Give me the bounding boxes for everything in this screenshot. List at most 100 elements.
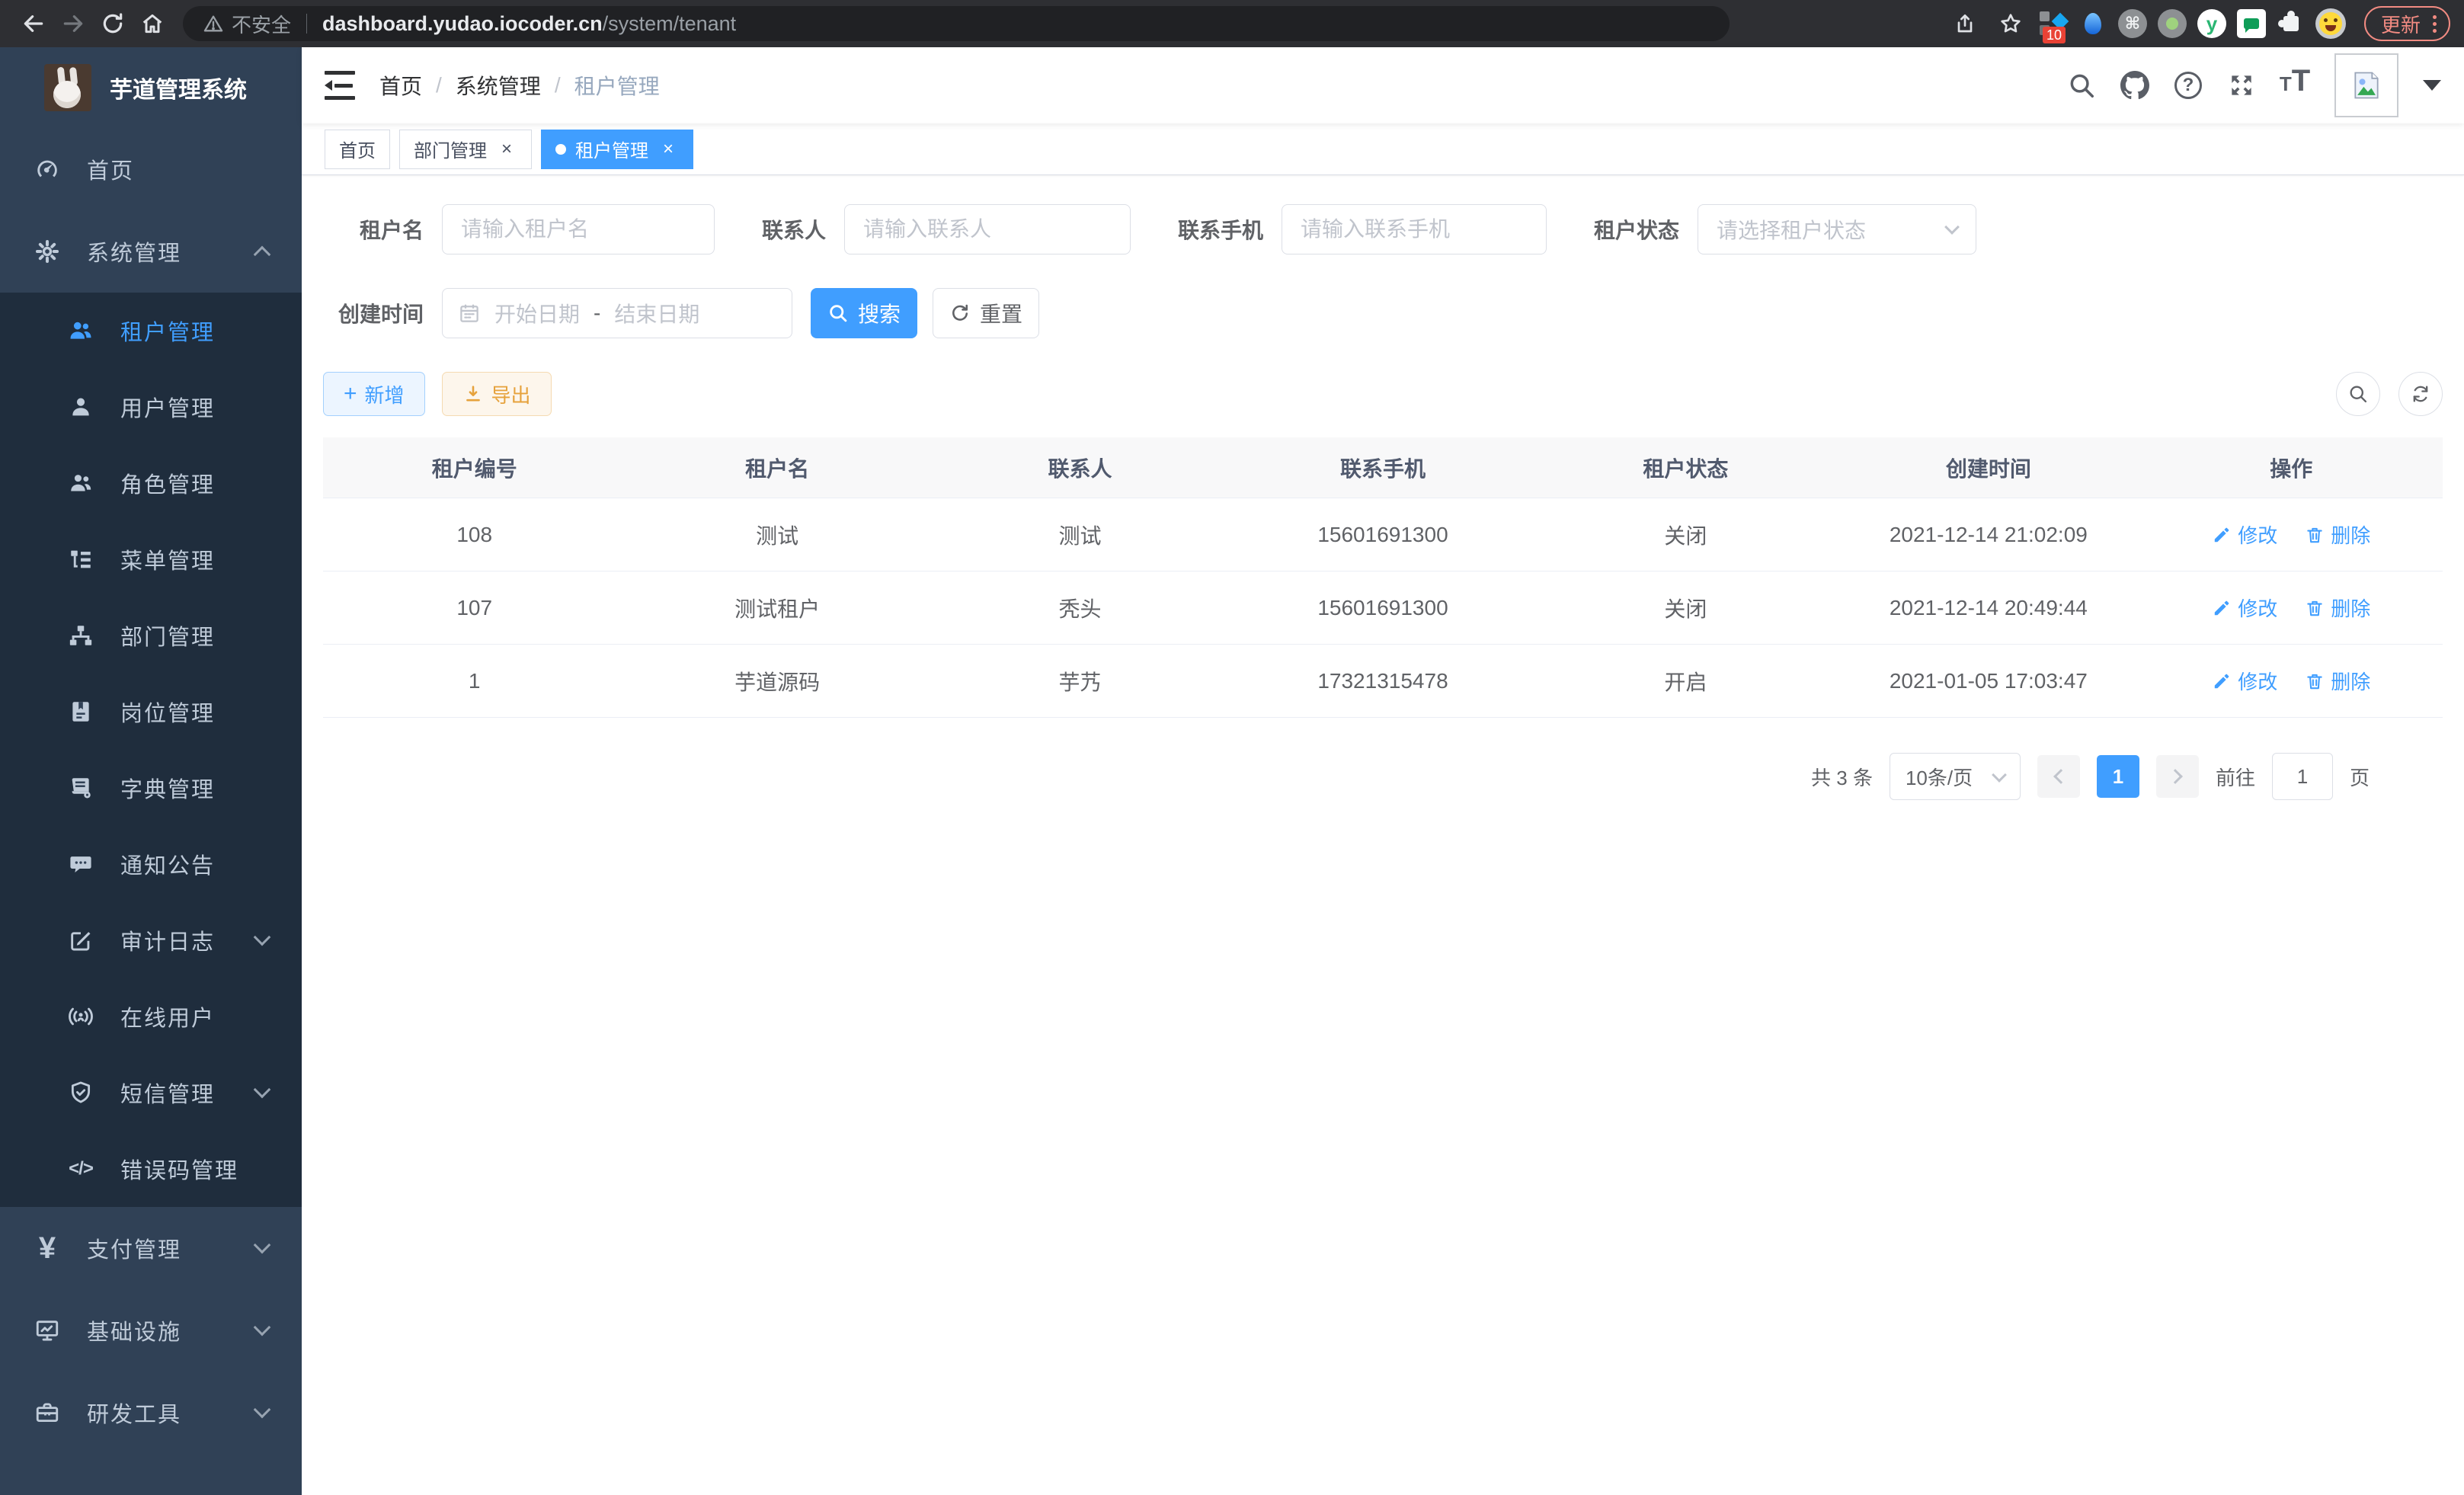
sidebar-item-home[interactable]: 首页: [0, 128, 302, 210]
reload-icon[interactable]: [93, 6, 133, 41]
forward-icon[interactable]: [53, 6, 93, 41]
github-icon[interactable]: [2114, 64, 2156, 107]
code-icon: [67, 1155, 94, 1183]
sidebar-item-errorcode[interactable]: 错误码管理: [0, 1131, 302, 1207]
app-title: 芋道管理系统: [110, 71, 247, 104]
ext-square-icon: [2040, 11, 2050, 21]
home-icon[interactable]: [133, 6, 172, 41]
share-icon[interactable]: [1945, 6, 1985, 41]
extension-emoji-icon[interactable]: [2314, 7, 2347, 40]
extension-y-icon[interactable]: [2195, 7, 2229, 40]
edit-button[interactable]: 修改: [2212, 594, 2277, 622]
extensions-puzzle-icon[interactable]: [2274, 7, 2308, 40]
help-icon[interactable]: [2167, 64, 2210, 107]
avatar[interactable]: [2334, 53, 2398, 117]
record-icon: [2158, 9, 2187, 38]
tenant-name-label: 租户名: [323, 214, 442, 245]
delete-button[interactable]: 删除: [2305, 594, 2370, 622]
breadcrumb-system[interactable]: 系统管理: [456, 70, 541, 101]
mobile-input[interactable]: [1282, 204, 1547, 255]
tag-dept[interactable]: 部门管理: [399, 130, 532, 169]
sidebar-item-online[interactable]: 在线用户: [0, 978, 302, 1055]
tenant-name-input[interactable]: [442, 204, 715, 255]
delete-button[interactable]: 删除: [2305, 667, 2370, 695]
bookmark-star-icon[interactable]: [1991, 6, 2030, 41]
back-icon[interactable]: [14, 6, 53, 41]
dept-icon: [67, 622, 94, 649]
cell-contact: 秃头: [929, 593, 1231, 623]
sidebar-logo[interactable]: 芋道管理系统: [0, 47, 302, 128]
edit-pencil-icon: [2212, 671, 2232, 691]
extension-command-icon[interactable]: [2116, 7, 2149, 40]
header-search-icon[interactable]: [2060, 64, 2103, 107]
create-time-range-picker[interactable]: 开始日期 - 结束日期: [442, 288, 792, 338]
breadcrumb-home[interactable]: 首页: [379, 70, 422, 101]
address-bar[interactable]: 不安全 dashboard.yudao.iocoder.cn /system/t…: [183, 6, 1730, 41]
sidebar-item-pay[interactable]: 支付管理: [0, 1207, 302, 1289]
security-warning-icon[interactable]: [203, 13, 224, 34]
extension-chat-icon[interactable]: [2235, 7, 2268, 40]
contact-input[interactable]: [844, 204, 1131, 255]
refresh-table-button[interactable]: [2398, 372, 2443, 416]
add-button[interactable]: 新增: [323, 372, 425, 416]
edit-button[interactable]: 修改: [2212, 520, 2277, 549]
tenants-icon: [67, 317, 94, 344]
goto-page-input[interactable]: [2272, 753, 2333, 800]
plus-icon: [344, 381, 357, 407]
edit-button[interactable]: 修改: [2212, 667, 2277, 695]
avatar-caret-icon[interactable]: [2423, 80, 2441, 91]
search-button[interactable]: 搜索: [811, 288, 917, 338]
dict-icon: [67, 774, 94, 802]
col-tenant-name: 租户名: [626, 453, 928, 483]
extension-gem-icon[interactable]: [2076, 7, 2110, 40]
create-time-label: 创建时间: [323, 298, 442, 328]
close-icon[interactable]: [658, 139, 679, 160]
menu-kebab-icon[interactable]: [2433, 15, 2437, 33]
command-icon: [2118, 9, 2147, 38]
edit-pencil-icon: [2212, 525, 2232, 545]
close-icon[interactable]: [496, 139, 517, 160]
sidebar-item-post[interactable]: 岗位管理: [0, 674, 302, 750]
tag-home[interactable]: 首页: [325, 130, 390, 169]
url-host: dashboard.yudao.iocoder.cn: [322, 12, 603, 36]
sidebar-item-user[interactable]: 用户管理: [0, 369, 302, 445]
sidebar-item-dict[interactable]: 字典管理: [0, 750, 302, 826]
yen-icon: [34, 1234, 61, 1262]
prev-page-button[interactable]: [2037, 755, 2080, 798]
notice-icon: [67, 850, 94, 878]
next-page-button[interactable]: [2156, 755, 2199, 798]
chevron-down-icon: [254, 1081, 271, 1099]
goto-label: 前往: [2216, 763, 2255, 791]
fullscreen-icon[interactable]: [2220, 64, 2263, 107]
sidebar-fold-icon[interactable]: [325, 71, 355, 100]
system-submenu: 租户管理 用户管理 角色管理: [0, 293, 302, 1207]
page-size-select[interactable]: 10条/页: [1890, 753, 2021, 800]
sidebar-item-infra[interactable]: 基础设施: [0, 1289, 302, 1372]
sidebar-item-sms[interactable]: 短信管理: [0, 1055, 302, 1131]
status-select[interactable]: 请选择租户状态: [1698, 204, 1976, 255]
chrome-update-button[interactable]: 更新: [2364, 6, 2450, 41]
calendar-icon: [458, 302, 481, 325]
sidebar-item-menu[interactable]: 菜单管理: [0, 521, 302, 597]
sidebar-item-devtools[interactable]: 研发工具: [0, 1372, 302, 1454]
show-search-toggle-button[interactable]: [2336, 372, 2380, 416]
tenant-table: 租户编号 租户名 联系人 联系手机 租户状态 创建时间 操作 108 测试 测试…: [323, 437, 2443, 718]
extension-tampermonkey-icon[interactable]: 10: [2037, 7, 2070, 40]
font-size-icon[interactable]: [2274, 64, 2316, 107]
sidebar-item-dept[interactable]: 部门管理: [0, 597, 302, 674]
sidebar-item-notice[interactable]: 通知公告: [0, 826, 302, 902]
export-button[interactable]: 导出: [442, 372, 552, 416]
tag-tenant[interactable]: 租户管理: [541, 130, 693, 169]
sidebar-item-system[interactable]: 系统管理: [0, 210, 302, 293]
sidebar-item-role[interactable]: 角色管理: [0, 445, 302, 521]
cell-contact: 芋艿: [929, 666, 1231, 696]
current-page-button[interactable]: 1: [2097, 755, 2139, 798]
status-placeholder: 请选择租户状态: [1717, 214, 1866, 245]
reset-button[interactable]: 重置: [933, 288, 1039, 338]
delete-button[interactable]: 删除: [2305, 520, 2370, 549]
sidebar-item-audit[interactable]: 审计日志: [0, 902, 302, 978]
sidebar-item-tenant[interactable]: 租户管理: [0, 293, 302, 369]
extension-record-icon[interactable]: [2155, 7, 2189, 40]
cell-tenant-name: 测试租户: [626, 593, 928, 623]
refresh-icon: [2410, 383, 2431, 405]
